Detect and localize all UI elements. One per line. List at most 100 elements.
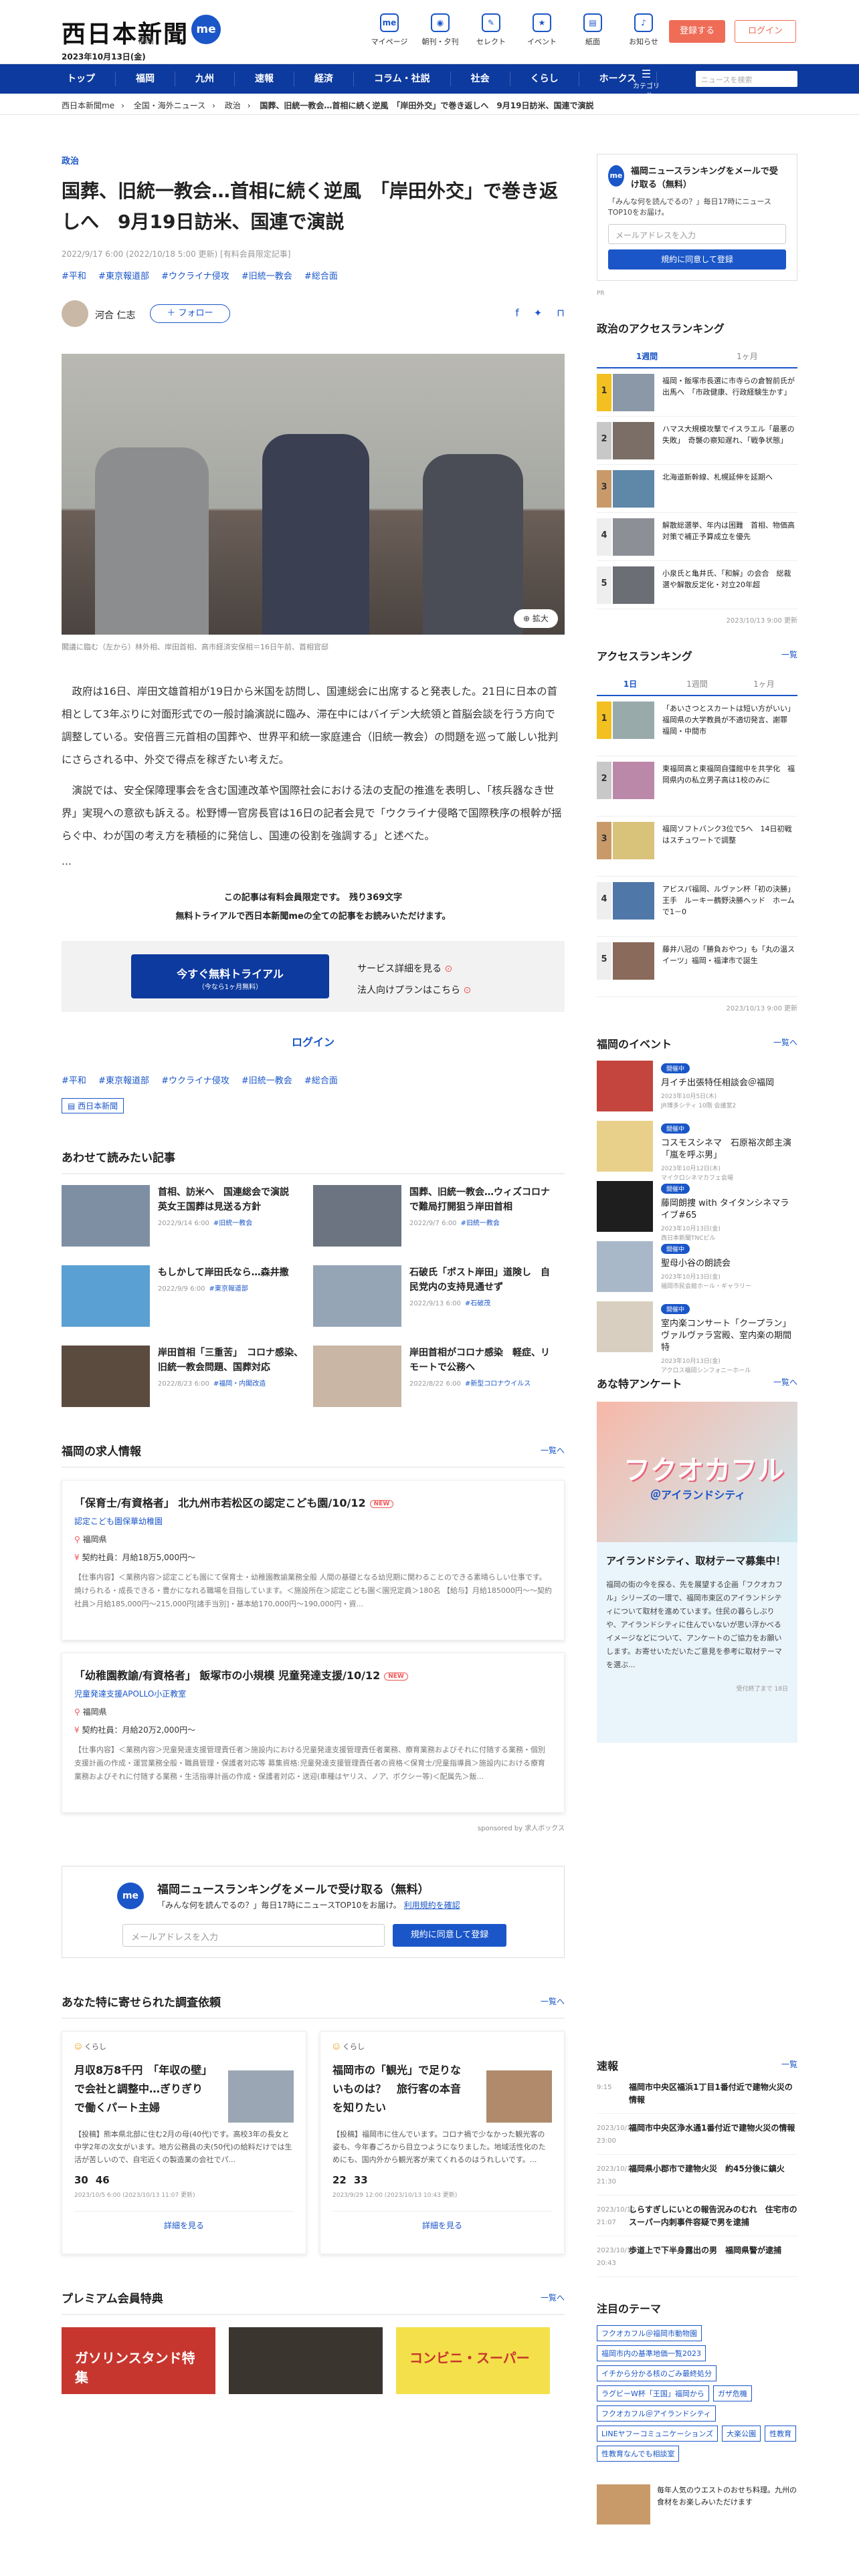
breaking-more-link[interactable]: 一覧 [781, 2058, 797, 2070]
tag-link[interactable]: #旧統一教会 [242, 272, 292, 282]
twitter-icon[interactable]: ✦ [534, 307, 543, 319]
event-item[interactable]: 開催中 藤岡朗捜 with タイタンシネマライブ#65 2023年10月13日(金)… [597, 1181, 797, 1242]
side-email-field[interactable]: メールアドレスを入力 [608, 224, 786, 244]
survey-card[interactable]: ☺ くらし 月収8万8千円 「年収の壁」で会社と調整中…ぎりぎりで働くパート主婦… [62, 2031, 306, 2254]
job-card[interactable]: 「保育士/有資格者」 北九州市若松区の認定こども園/10/12 NEW 認定こども… [62, 1480, 565, 1640]
theme-tag[interactable]: 性教育 [765, 2426, 797, 2442]
related-article[interactable]: もしかして岸田氏なら…森井撒 2022/9/9 6:00 #東京報道部 [62, 1265, 313, 1327]
tag-link[interactable]: #東京報道部 [98, 1076, 149, 1086]
author-name[interactable]: 河合 仁志 [95, 308, 135, 322]
tag-link[interactable]: #平和 [62, 1076, 86, 1086]
survey-side-box[interactable]: アイランドシティ、取材テーマ募集中！ 福岡の街の今を探る、先を展望する企画「フク… [597, 1542, 797, 1743]
side-mail-submit[interactable]: 規約に同意して登録 [608, 249, 786, 270]
theme-tag[interactable]: イチから分かる核のごみ最終処分 [597, 2365, 717, 2381]
gnav-society[interactable]: 社会 [451, 72, 510, 86]
register-button[interactable]: 登録する [669, 20, 725, 43]
sponsor-note[interactable]: sponsored by 求人ボックス [62, 1822, 565, 1832]
tab-week[interactable]: 1週間 [664, 673, 731, 695]
author-avatar[interactable] [62, 300, 88, 327]
nav-event[interactable]: ★ イベント [516, 13, 567, 47]
jobs-more-link[interactable]: 一覧へ [541, 1444, 565, 1456]
gnav-breaking[interactable]: 速報 [235, 72, 294, 86]
event-more-link[interactable]: 一覧へ [773, 1037, 797, 1048]
tab-month[interactable]: 1ヶ月 [731, 673, 797, 695]
event-item[interactable]: 開催中 聖母小谷の朗読会 2023年10月13日(金) 福岡市民会館ホール・ギャラリ… [597, 1241, 797, 1292]
breadcrumb-politics[interactable]: 政治 [225, 101, 241, 110]
ranking-item[interactable]: 2 東福岡高と東福岡自彊館中を共学化 福岡県内の私立男子高は1校のみに [597, 756, 797, 817]
service-detail-link[interactable]: サービス詳細を見る ⊙ [357, 958, 471, 980]
facebook-icon[interactable]: f [515, 307, 518, 319]
email-field[interactable]: メールアドレスを入力 [122, 1924, 385, 1947]
nav-notice[interactable]: ♪ お知らせ [618, 13, 669, 47]
premium-item[interactable]: ガソリンスタンド特集 [62, 2327, 215, 2394]
news-item[interactable]: 2023/10/12 21:07 しらすぎしにいとの報告況みのむれ 住宅市のスーパ… [597, 2204, 797, 2236]
gnav-column[interactable]: コラム・社説 [354, 72, 451, 86]
nav-mypage[interactable]: me マイページ [364, 13, 415, 47]
ranking-item[interactable]: 5 藤井八冠の「勝負おやつ」も「丸の温スイーツ」福岡・福津市で誕生 [597, 937, 797, 997]
survey-card[interactable]: ☺ くらし 福岡市の「観光」で足りないものは？ 旅行客の本音を知りたい 【投稿】… [320, 2031, 565, 2254]
zoom-button[interactable]: ⊕ 拡大 [514, 609, 558, 628]
theme-tag[interactable]: LINEヤフーコミュニケーションズ [597, 2426, 719, 2442]
job-card[interactable]: 「幼稚園教諭/有資格者」 飯塚市の小規模 児童発達支援/10/12 NEW 児童発… [62, 1652, 565, 1813]
theme-tag[interactable]: フクオカフル＠福岡市動物園 [597, 2325, 702, 2341]
gnav-top[interactable]: トップ [47, 72, 116, 86]
theme-tag[interactable]: 福岡市内の基準地価一覧2023 [597, 2345, 706, 2361]
tag-link[interactable]: #総合面 [304, 272, 338, 282]
category-menu-button[interactable]: ☰ カテゴリー他 [632, 68, 661, 101]
related-article[interactable]: 石破氏「ポスト岸田」道険し 自民党内の支持見通せず 2022/9/13 6:00 #… [313, 1265, 565, 1327]
bookmark-icon[interactable]: ⊓ [557, 307, 565, 319]
survey-side-more-link[interactable]: 一覧へ [773, 1376, 797, 1388]
news-item[interactable]: 9:15 福岡市中央区福浜1丁目1番付近で建物火災の情報 [597, 2081, 797, 2114]
gnav-life[interactable]: くらし [510, 72, 579, 86]
ranking-item[interactable]: 2 ハマス大規模攻撃でイスラエル「最悪の失敗」 奇襲の察知遅れ、「戦争状態」 [597, 417, 797, 465]
news-item[interactable]: 2023/10/12 20:43 歩道上で下半身露出の男 福岡県警が逮捕 [597, 2244, 797, 2277]
free-trial-button[interactable]: 今すぐ無料トライアル （今なら1ヶ月無料） [131, 954, 329, 998]
tag-link[interactable]: #東京報道部 [98, 272, 149, 282]
event-item[interactable]: 開催中 コスモスシネマ 石原裕次郎主演「嵐を呼ぶ男」 2023年10月12日(木) … [597, 1121, 797, 1182]
ranking-item[interactable]: 3 福岡ソフトバンク3位で5へ 14日初戦はスチュワートで調整 [597, 817, 797, 877]
gnav-economy[interactable]: 経済 [294, 72, 354, 86]
ranking-item[interactable]: 5 小泉氏と亀井氏、「和解」の会合 総裁選や解散反定化・対立20年超 [597, 561, 797, 609]
theme-tag[interactable]: ガザ危機 [712, 2385, 752, 2401]
access-more-link[interactable]: 一覧 [781, 649, 797, 660]
article-photo[interactable]: ⊕ 拡大 [62, 354, 565, 635]
event-item[interactable]: 開催中 室内楽コンサート「クープラン」ヴァルヴァラ宮殿、室内楽の期間特 2023年1… [597, 1301, 797, 1374]
corporate-plan-link[interactable]: 法人向けプランはこちら ⊙ [357, 980, 471, 1001]
ranking-item[interactable]: 1 「あいさつとスカートは短い方がいい」福岡県の大学教員が不適切発言、謝罪 福岡・… [597, 696, 797, 756]
tag-link[interactable]: #旧統一教会 [242, 1076, 292, 1086]
tab-day[interactable]: 1日 [597, 673, 664, 695]
tag-link[interactable]: #ウクライナ侵攻 [161, 272, 229, 282]
breadcrumb-home[interactable]: 西日本新聞me [62, 101, 114, 110]
event-item[interactable]: 開催中 月イチ出張特任相談会＠福岡 2023年10月5日(木) JR博多シティ 10… [597, 1061, 797, 1111]
gnav-fukuoka[interactable]: 福岡 [116, 72, 175, 86]
related-article[interactable]: 首相、訪米へ 国連総会で演説 英女王国葬は見送る方針 2022/9/14 6:00… [62, 1185, 313, 1247]
tab-week[interactable]: 1週間 [597, 345, 697, 367]
tab-month[interactable]: 1ヶ月 [697, 345, 797, 367]
survey-detail-link[interactable]: 詳細を見る [332, 2211, 552, 2231]
nav-newspaper[interactable]: ◉ 朝刊・夕刊 [415, 13, 466, 47]
news-item[interactable]: 2023/10/12 21:30 福岡県小郡市で建物火災 約45分後に鎮火 [597, 2163, 797, 2195]
login-button[interactable]: ログイン [735, 20, 796, 43]
follow-button[interactable]: ＋ フォロー [150, 304, 230, 323]
related-article[interactable]: 国葬、旧統一教会…ウィズコロナで難局打開狙う岸田首相 2022/9/7 6:00 #… [313, 1185, 565, 1247]
theme-tag[interactable]: 大楽公園 [722, 2426, 761, 2442]
article-category[interactable]: 政治 [62, 154, 565, 167]
login-link[interactable]: ログイン [62, 1033, 565, 1049]
nav-select[interactable]: ✎ セレクト [466, 13, 516, 47]
mail-submit-button[interactable]: 規約に同意して登録 [393, 1924, 506, 1947]
news-item[interactable]: 2023/10/12 23:00 福岡市中央区浄水通1番付近で建物火災の情報 [597, 2122, 797, 2155]
search-input[interactable]: ニュースを検索 [696, 71, 797, 87]
survey-more-link[interactable]: 一覧へ [541, 1996, 565, 2007]
terms-link[interactable]: 利用規約を確認 [404, 1901, 460, 1910]
tag-link[interactable]: #ウクライナ侵攻 [161, 1076, 229, 1086]
ranking-item[interactable]: 4 解散総選挙、年内は困難 首相、物価高対策で補正予算成立を優先 [597, 513, 797, 561]
survey-detail-link[interactable]: 詳細を見る [74, 2211, 294, 2231]
ranking-item[interactable]: 4 アビスパ福岡、ルヴァン杯「初の決勝」王手 ルーキー鶴野決勝ヘッド ホームで1－… [597, 877, 797, 937]
theme-tag[interactable]: 性教育なんでも相談室 [597, 2446, 680, 2462]
gnav-kyushu[interactable]: 九州 [175, 72, 235, 86]
related-article[interactable]: 岸田首相「三重苦」 コロナ感染、旧統一教会問題、国葬対応 2022/8/23 6:… [62, 1346, 313, 1407]
nav-paper[interactable]: ▤ 紙面 [567, 13, 618, 47]
tag-link[interactable]: #平和 [62, 272, 86, 282]
tag-link[interactable]: #総合面 [304, 1076, 338, 1086]
section-badge[interactable]: ▤ 西日本新聞 [62, 1098, 124, 1113]
